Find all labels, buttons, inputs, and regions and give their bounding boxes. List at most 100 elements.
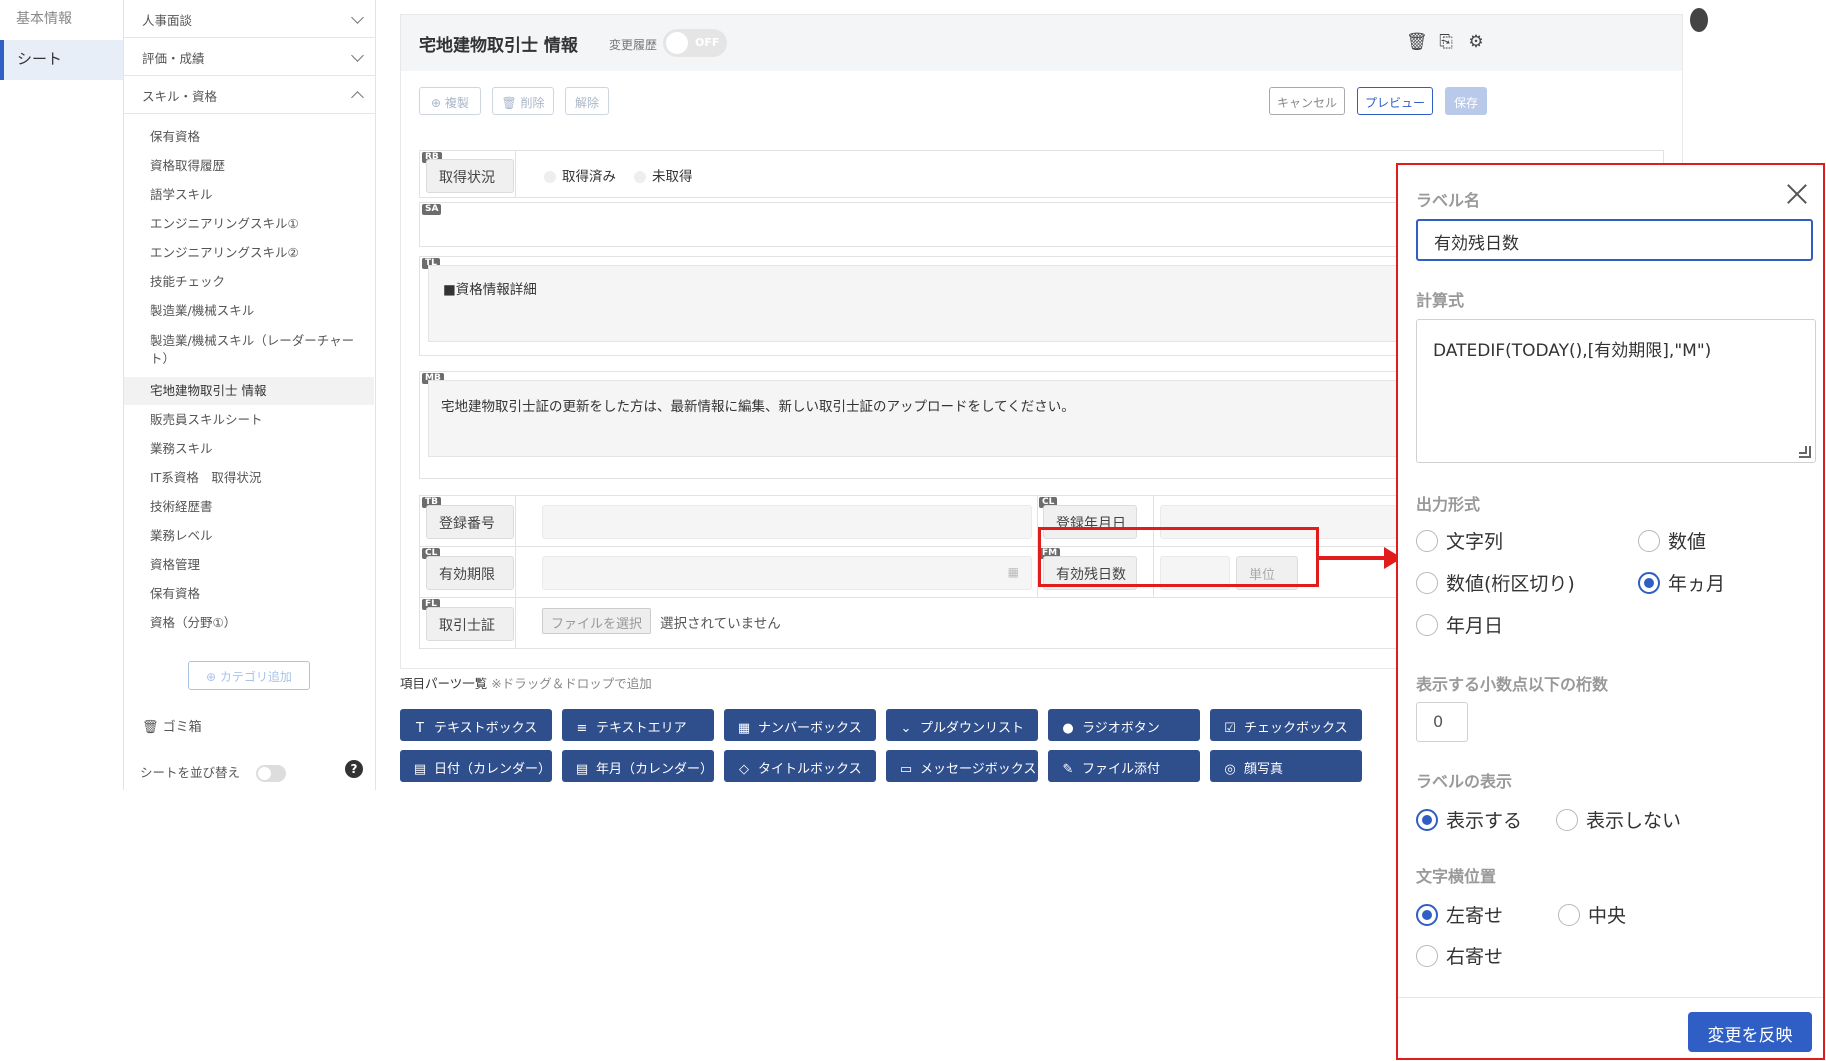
add-category-label: カテゴリ追加 [219,670,292,684]
part-button[interactable]: ◎ 顔写真 [1210,750,1362,782]
sheet-item[interactable]: 宅地建物取引士 情報 [124,377,374,405]
sheet-item[interactable]: IT系資格 取得状況 [150,469,365,487]
calendar-icon: ▦ [1007,565,1019,579]
sheet-nav: 人事面談 評価・成績 スキル・資格 保有資格 資格取得履歴 語学スキル エンジニアリン… [124,0,376,790]
sheet-item[interactable]: 保有資格 [150,128,365,146]
decimals-heading: 表示する小数点以下の桁数 [1416,675,1609,694]
output-option-string[interactable]: 文字列 [1416,527,1503,554]
sheet-item[interactable]: 技能チェック [150,273,365,291]
align-option-right[interactable]: 右寄せ [1416,942,1503,969]
history-toggle[interactable]: OFF [663,29,727,57]
output-option-year-month[interactable]: 年ヵ月 [1638,569,1725,596]
add-category-button[interactable]: ⊕ カテゴリ追加 [188,661,310,690]
sheet-item[interactable]: エンジニアリングスキル① [150,215,365,233]
option-label: 年月日 [1446,615,1504,637]
label-display-heading: ラベルの表示 [1416,772,1513,791]
resize-grip-icon[interactable] [1799,446,1811,458]
parts-title: 項目パーツ一覧 [400,676,488,691]
nav-sheet[interactable]: シート [0,40,123,80]
calendar-icon: ▤ [413,762,427,777]
part-button[interactable]: ⌄ プルダウンリスト [886,709,1038,741]
align-option-center[interactable]: 中央 [1558,901,1626,928]
sheet-sort-toggle[interactable] [255,765,286,782]
textbox-icon: T [416,721,424,736]
radio-selected-icon [1638,572,1660,594]
preview-button[interactable]: プレビュー [1357,87,1433,115]
apply-changes-button[interactable]: 変更を反映 [1688,1012,1812,1052]
sheet-item[interactable]: 資格取得履歴 [150,157,365,175]
radio-icon [1638,530,1660,552]
help-icon[interactable]: ? [345,760,363,778]
display-option-hide[interactable]: 表示しない [1556,806,1681,833]
choose-file-button[interactable]: ファイルを選択 [542,608,652,634]
part-button[interactable]: ≡ テキストエリア [562,709,714,741]
sheet-item[interactable]: 業務スキル [150,440,365,458]
output-option-number-comma[interactable]: 数値(桁区切り) [1416,569,1575,596]
part-button[interactable]: ▤ 年月（カレンダー） [562,750,714,782]
part-button[interactable]: ▦ ナンバーボックス [724,709,876,741]
expiry-date-input[interactable]: ▦ [542,556,1032,590]
message-text: 宅地建物取引士証の更新をした方は、最新情報に編集、新しい取引士証のアップロードを… [441,399,1075,415]
trash-link[interactable]: 🗑 ゴミ箱 [142,716,202,735]
unlink-button[interactable]: 解除 [565,87,609,115]
copy-button[interactable]: ⊕ 複製 [419,87,481,115]
formula-heading: 計算式 [1416,291,1465,310]
radio-acquired[interactable]: 取得済み [544,165,616,185]
category-label: 人事面談 [142,13,193,28]
export-icon[interactable]: ⎘ [1436,32,1456,54]
part-label: ナンバーボックス [758,721,862,736]
close-icon[interactable] [1786,183,1808,205]
formula-textarea[interactable]: DATEDIF(TODAY(),[有効期限],"M") [1416,319,1816,463]
sheet-item[interactable]: 製造業/機械スキル（レーダーチャート） [150,332,365,368]
sheet-item[interactable]: 資格（分野①） [150,614,365,632]
option-label: 右寄せ [1446,946,1504,968]
sheet-item[interactable]: エンジニアリングスキル② [150,244,365,262]
field-label-regno[interactable]: 登録番号 [426,505,514,539]
align-option-left[interactable]: 左寄せ [1416,901,1503,928]
part-button[interactable]: ✎ ファイル添付 [1048,750,1200,782]
divider [515,547,516,597]
part-button[interactable]: T テキストボックス [400,709,552,741]
output-option-ymd[interactable]: 年月日 [1416,611,1503,638]
field-label-license[interactable]: 取引士証 [426,607,514,641]
part-button[interactable]: ● ラジオボタン [1048,709,1200,741]
category-interview[interactable]: 人事面談 [124,0,376,38]
title-text: ■資格情報詳細 [443,282,537,298]
face-icon: ◎ [1224,762,1236,777]
part-label: ラジオボタン [1082,721,1160,736]
label-name-input[interactable]: 有効残日数 [1416,219,1813,261]
sheet-item[interactable]: 製造業/機械スキル [150,302,365,320]
field-label-expiry[interactable]: 有効期限 [426,556,514,590]
sheet-item[interactable]: 技術経歴書 [150,498,365,516]
collapse-handle-icon[interactable] [1690,8,1708,32]
output-option-number[interactable]: 数値 [1638,527,1706,554]
sheet-item[interactable]: 保有資格 [150,585,365,603]
gear-icon[interactable]: ⚙ [1466,32,1486,54]
regno-input[interactable] [542,505,1032,539]
nav-basic-info[interactable]: 基本情報 [0,0,123,40]
radio-not-acquired[interactable]: 未取得 [634,165,693,185]
radio-icon [1558,904,1580,926]
sheet-sort-label: シートを並び替え [140,765,241,780]
category-evaluation[interactable]: 評価・成績 [124,38,376,76]
calendar-icon: ▤ [575,762,589,777]
decimals-input[interactable]: 0 [1416,702,1468,742]
sheet-item[interactable]: 販売員スキルシート [150,411,365,429]
paperclip-icon: ✎ [1062,762,1074,777]
display-option-show[interactable]: 表示する [1416,806,1522,833]
sheet-item[interactable]: 語学スキル [150,186,365,204]
category-skills[interactable]: スキル・資格 [124,76,376,114]
part-button[interactable]: ▤ 日付（カレンダー） [400,750,552,782]
trash-icon[interactable]: 🗑 [1406,32,1428,54]
sheet-item[interactable]: 資格管理 [150,556,365,574]
part-button[interactable]: ☑ チェックボックス [1210,709,1362,741]
part-button[interactable]: ▭ メッセージボックス [886,750,1038,782]
divider [515,151,516,197]
field-label-status[interactable]: 取得状況 [426,159,514,193]
part-button[interactable]: ◇ タイトルボックス [724,750,876,782]
delete-button[interactable]: 🗑 削除 [492,87,554,115]
trash-label: ゴミ箱 [162,720,202,735]
sheet-item[interactable]: 業務レベル [150,527,365,545]
save-button[interactable]: 保存 [1445,87,1487,115]
cancel-button[interactable]: キャンセル [1269,87,1345,115]
